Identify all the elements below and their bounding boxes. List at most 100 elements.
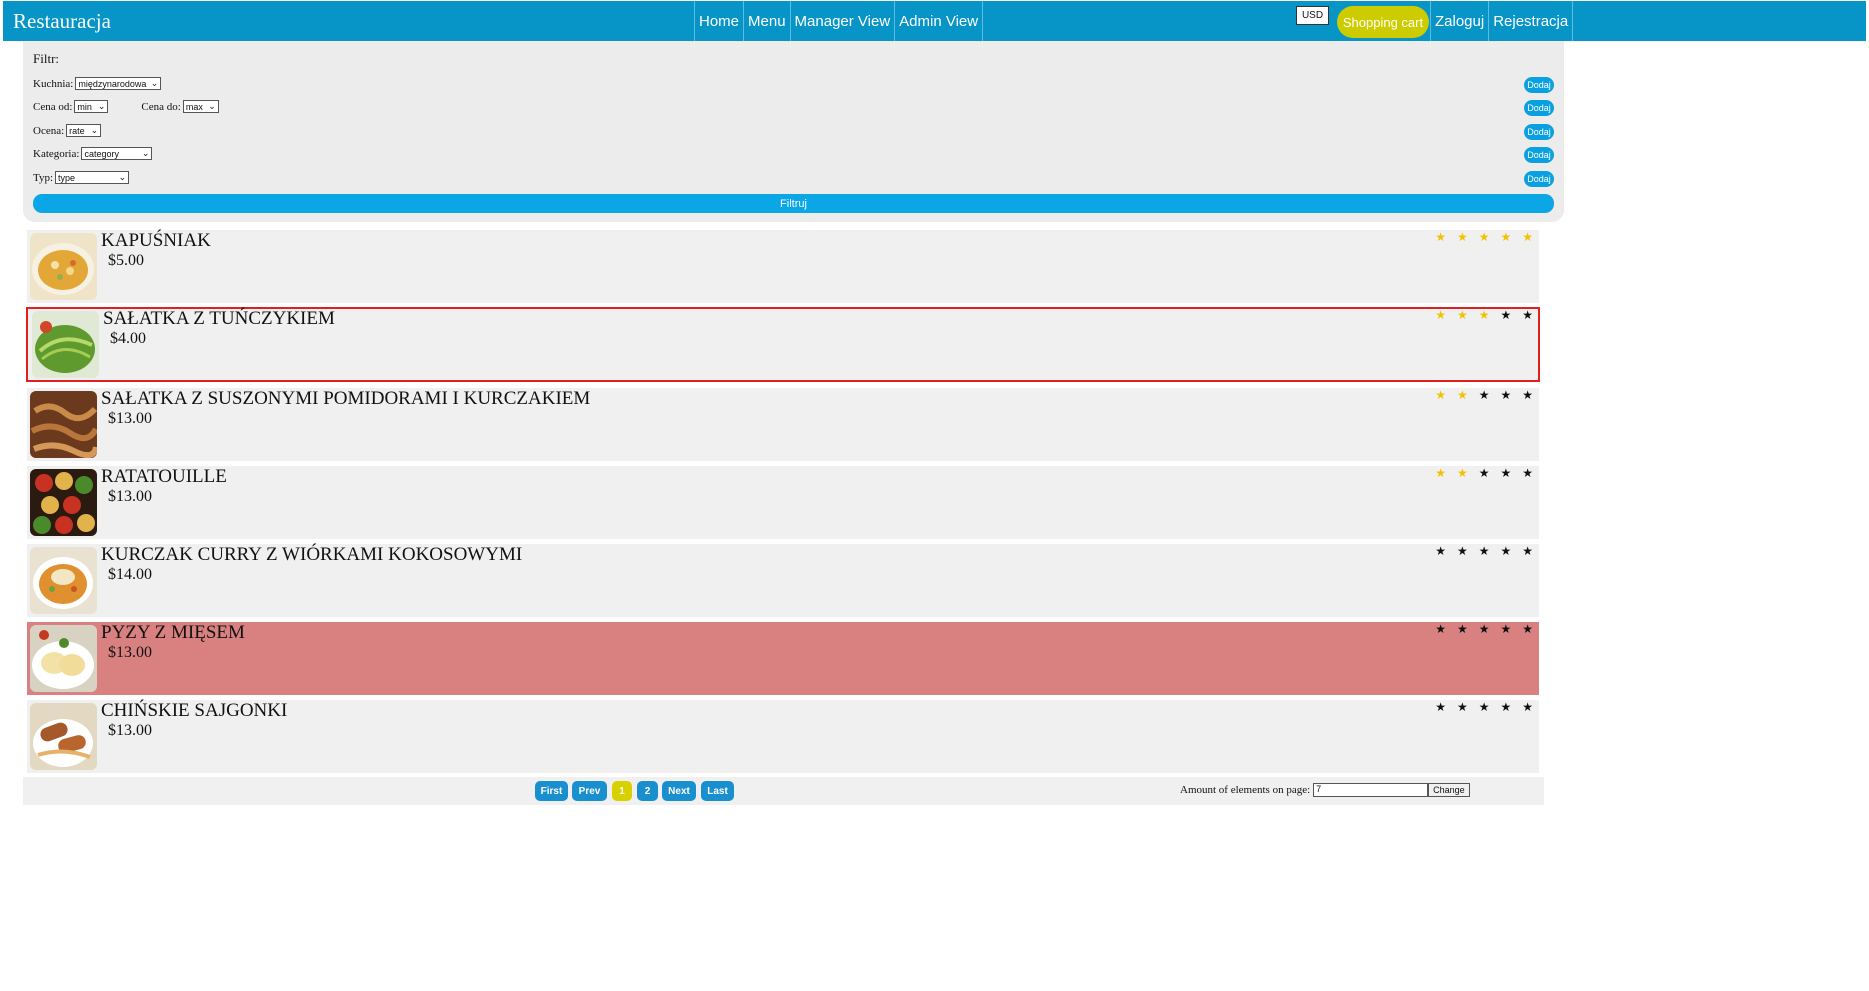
dish-row[interactable]: CHIŃSKIE SAJGONKI $13.00 ★ ★ ★ ★ ★ (27, 700, 1539, 773)
dish-price: $5.00 (108, 252, 144, 269)
filter-panel: Filtr: Kuchnia: międzynarodowa ⌄ Dodaj C… (23, 41, 1564, 222)
cena-do-select[interactable]: max ⌄ (182, 100, 219, 113)
rating-stars: ★ ★ ★ ★ ★ (1435, 230, 1537, 245)
kategoria-select[interactable]: category ⌄ (81, 147, 153, 160)
star-empty-icon: ★ ★ ★ (1478, 466, 1537, 480)
ocena-select[interactable]: rate ⌄ (66, 124, 102, 137)
dish-image (30, 625, 97, 692)
kuchnia-label: Kuchnia: (33, 77, 74, 90)
prev-page-button[interactable]: Prev (572, 781, 607, 801)
dish-image (30, 233, 97, 300)
register-link[interactable]: Rejestracja (1488, 1, 1574, 41)
star-empty-icon: ★ ★ ★ ★ ★ (1435, 544, 1537, 558)
star-filled-icon: ★ ★ ★ ★ ★ (1435, 230, 1537, 244)
dish-name: KAPUŚNIAK (101, 230, 211, 251)
kuchnia-value: międzynarodowa (78, 78, 147, 89)
kuchnia-select[interactable]: międzynarodowa ⌄ (75, 77, 162, 90)
add-typ-button[interactable]: Dodaj (1524, 171, 1554, 187)
star-filled-icon: ★ ★ (1435, 388, 1479, 402)
ocena-value: rate (69, 125, 85, 136)
cena-do-label: Cena do: (141, 100, 181, 113)
page-2-button[interactable]: 2 (637, 781, 658, 801)
chevron-down-icon: ⌄ (141, 148, 150, 158)
dish-image (30, 391, 97, 458)
dish-row[interactable]: KURCZAK CURRY Z WIÓRKAMI KOKOSOWYMI $14.… (27, 544, 1539, 617)
dish-image (30, 469, 97, 536)
login-link[interactable]: Zaloguj (1430, 1, 1488, 41)
currency-select[interactable]: USD (1296, 6, 1329, 25)
pagination-bar: First Prev 1 2 Next Last Amount of eleme… (23, 777, 1544, 805)
dish-row[interactable]: KAPUŚNIAK $5.00 ★ ★ ★ ★ ★ (27, 230, 1539, 303)
dish-image (30, 703, 97, 770)
star-empty-icon: ★ ★ ★ ★ ★ (1435, 700, 1537, 714)
cena-od-label: Cena od: (33, 100, 73, 113)
star-filled-icon: ★ ★ ★ (1435, 308, 1501, 322)
filter-title: Filtr: (33, 51, 60, 66)
rating-stars: ★ ★ ★ ★ ★ (1435, 622, 1537, 637)
typ-label: Typ: (33, 171, 54, 184)
add-kategoria-button[interactable]: Dodaj (1524, 147, 1554, 163)
chevron-down-icon: ⌄ (90, 125, 99, 135)
next-page-button[interactable]: Next (662, 781, 696, 801)
shopping-cart-button[interactable]: Shopping cart (1337, 6, 1429, 38)
nav-home[interactable]: Home (694, 1, 743, 41)
dish-row[interactable]: SAŁATKA Z SUSZONYMI POMIDORAMI I KURCZAK… (27, 388, 1539, 461)
filter-submit-button[interactable]: Filtruj (33, 194, 1554, 213)
page-size-input[interactable]: 7 (1313, 783, 1429, 797)
nav-menu[interactable]: Menu (743, 1, 790, 41)
rating-stars: ★ ★ ★ ★ ★ (1435, 544, 1537, 559)
kategoria-value: category (84, 148, 119, 159)
chevron-down-icon: ⌄ (97, 101, 106, 111)
dish-price: $13.00 (108, 644, 152, 661)
filter-row-kategoria: Kategoria: category ⌄ (33, 147, 153, 160)
filter-row-cena: Cena od: min ⌄ Cena do: max ⌄ (33, 100, 219, 113)
dish-row[interactable]: PYZY Z MIĘSEM $13.00 ★ ★ ★ ★ ★ (27, 622, 1539, 695)
page-1-button[interactable]: 1 (612, 781, 632, 801)
typ-select[interactable]: type ⌄ (55, 171, 130, 184)
dish-row[interactable]: SAŁATKA Z TUŃCZYKIEM $4.00 ★ ★ ★ ★ ★ (26, 307, 1540, 382)
top-navbar: Restauracja Home Menu Manager View Admin… (3, 1, 1866, 41)
nav-admin-view[interactable]: Admin View (894, 1, 984, 41)
star-empty-icon: ★ ★ (1500, 308, 1537, 322)
filter-row-kuchnia: Kuchnia: międzynarodowa ⌄ (33, 77, 162, 90)
dish-price: $13.00 (108, 410, 152, 427)
dish-price: $13.00 (108, 722, 152, 739)
brand-logo[interactable]: Restauracja (13, 9, 111, 34)
kategoria-label: Kategoria: (33, 147, 80, 160)
nav-manager-view[interactable]: Manager View (789, 1, 895, 41)
dish-row[interactable]: RATATOUILLE $13.00 ★ ★ ★ ★ ★ (27, 466, 1539, 539)
dish-name: CHIŃSKIE SAJGONKI (101, 700, 288, 721)
page-size-label: Amount of elements on page: (1180, 784, 1311, 796)
dish-name: KURCZAK CURRY Z WIÓRKAMI KOKOSOWYMI (101, 544, 523, 565)
rating-stars: ★ ★ ★ ★ ★ (1435, 388, 1537, 403)
main-nav: Home Menu Manager View Admin View (694, 1, 984, 41)
add-cena-button[interactable]: Dodaj (1524, 100, 1554, 116)
star-empty-icon: ★ ★ ★ (1478, 388, 1537, 402)
star-empty-icon: ★ ★ ★ ★ ★ (1435, 622, 1537, 636)
star-filled-icon: ★ ★ (1435, 466, 1479, 480)
typ-value: type (58, 172, 76, 183)
rating-stars: ★ ★ ★ ★ ★ (1435, 308, 1537, 323)
change-page-size-button[interactable]: Change (1428, 783, 1470, 797)
filter-row-ocena: Ocena: rate ⌄ (33, 124, 102, 137)
dish-image (32, 311, 99, 378)
dish-name: SAŁATKA Z SUSZONYMI POMIDORAMI I KURCZAK… (101, 388, 591, 409)
add-ocena-button[interactable]: Dodaj (1524, 124, 1554, 140)
chevron-down-icon: ⌄ (118, 172, 127, 182)
page-size-control: Amount of elements on page: 7 Change (1180, 783, 1470, 797)
cena-od-select[interactable]: min ⌄ (74, 100, 109, 113)
last-page-button[interactable]: Last (701, 781, 734, 801)
dish-name: RATATOUILLE (101, 466, 227, 487)
chevron-down-icon: ⌄ (208, 101, 216, 111)
add-kuchnia-button[interactable]: Dodaj (1524, 77, 1554, 93)
dish-name: PYZY Z MIĘSEM (101, 622, 245, 643)
dish-image (30, 547, 97, 614)
rating-stars: ★ ★ ★ ★ ★ (1435, 466, 1537, 481)
cena-do-value: max (185, 101, 203, 112)
chevron-down-icon: ⌄ (150, 78, 159, 88)
rating-stars: ★ ★ ★ ★ ★ (1435, 700, 1537, 715)
first-page-button[interactable]: First (535, 781, 568, 801)
dish-name: SAŁATKA Z TUŃCZYKIEM (103, 308, 335, 329)
ocena-label: Ocena: (33, 124, 65, 137)
dish-price: $4.00 (110, 330, 146, 347)
